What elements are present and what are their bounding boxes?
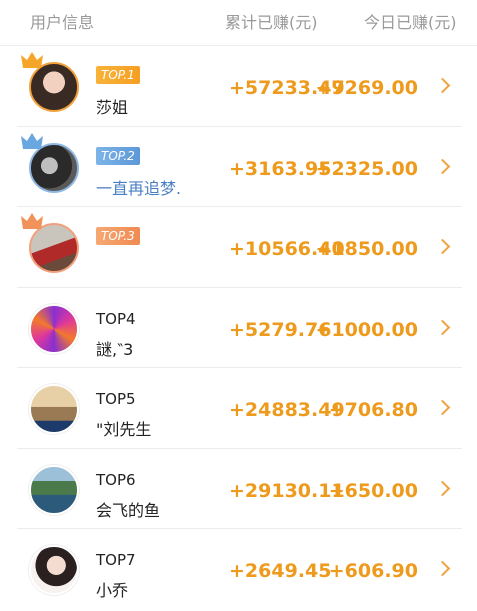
- rank-badge: TOP.3: [96, 227, 140, 245]
- rank-badge: TOP.2: [96, 146, 140, 165]
- crown-icon: [21, 213, 43, 229]
- column-header-total-earned: 累计已赚(元): [225, 13, 318, 32]
- today-earned-value: +650.00: [328, 479, 418, 502]
- rank-label: TOP7: [96, 551, 136, 569]
- chevron-right-icon[interactable]: [434, 319, 451, 335]
- avatar: [29, 464, 79, 515]
- rank-label: TOP5: [96, 390, 136, 408]
- today-earned-value: +606.90: [328, 560, 418, 582]
- user-name: "刘先生: [96, 420, 152, 439]
- today-earned-value: +706.80: [328, 399, 418, 421]
- total-earned-value: +29130.11: [229, 479, 345, 502]
- leaderboard-row[interactable]: TOP.2 一直再追梦. +3163.95 +2325.00: [17, 127, 462, 207]
- chevron-right-icon[interactable]: [434, 560, 451, 577]
- avatar: [29, 545, 79, 595]
- today-earned-value: +1000.00: [315, 318, 418, 341]
- today-earned-value: +7269.00: [315, 77, 418, 99]
- user-name: 一直再追梦.: [96, 178, 182, 198]
- today-earned-value: +1850.00: [315, 238, 418, 260]
- user-name: 会飞的鱼: [96, 500, 161, 520]
- crown-icon: [21, 52, 43, 68]
- leaderboard-row[interactable]: TOP6 会飞的鱼 +29130.11 +650.00: [17, 449, 462, 529]
- chevron-right-icon[interactable]: [434, 399, 451, 416]
- avatar: [29, 384, 79, 434]
- leaderboard-row[interactable]: TOP.3 +10566.40 +1850.00: [17, 207, 462, 288]
- chevron-right-icon[interactable]: [434, 238, 451, 255]
- chevron-right-icon[interactable]: [434, 158, 451, 174]
- table-header: 用户信息 累计已赚(元) 今日已赚(元): [0, 0, 477, 46]
- column-header-user-info: 用户信息: [30, 13, 95, 32]
- avatar: [29, 303, 79, 354]
- user-name: 小乔: [96, 581, 129, 600]
- crown-icon: [21, 132, 43, 149]
- leaderboard-row[interactable]: TOP.1 莎姐 +57233.49 +7269.00: [17, 46, 462, 127]
- user-name: 謎,‶3: [96, 339, 134, 359]
- leaderboard-list: TOP.1 莎姐 +57233.49 +7269.00 TOP.2 一直再追梦.…: [0, 46, 477, 610]
- chevron-right-icon[interactable]: [434, 480, 451, 496]
- leaderboard-row[interactable]: TOP4 謎,‶3 +5279.76 +1000.00: [17, 288, 462, 368]
- rank-badge: TOP.1: [96, 66, 140, 84]
- chevron-right-icon[interactable]: [434, 77, 451, 94]
- rank-label: TOP6: [96, 470, 136, 489]
- column-header-today-earned: 今日已赚(元): [364, 13, 457, 32]
- avatar: [21, 132, 79, 193]
- avatar: [21, 213, 79, 273]
- today-earned-value: +2325.00: [315, 157, 418, 180]
- total-earned-value: +2649.45: [229, 560, 332, 582]
- avatar: [21, 52, 79, 112]
- leaderboard-row[interactable]: TOP5 "刘先生 +24883.49 +706.80: [17, 368, 462, 449]
- leaderboard-row[interactable]: TOP7 小乔 +2649.45 +606.90: [17, 529, 462, 610]
- user-name: 莎姐: [96, 98, 129, 117]
- rank-label: TOP4: [96, 309, 136, 328]
- total-earned-value: +24883.49: [229, 399, 345, 421]
